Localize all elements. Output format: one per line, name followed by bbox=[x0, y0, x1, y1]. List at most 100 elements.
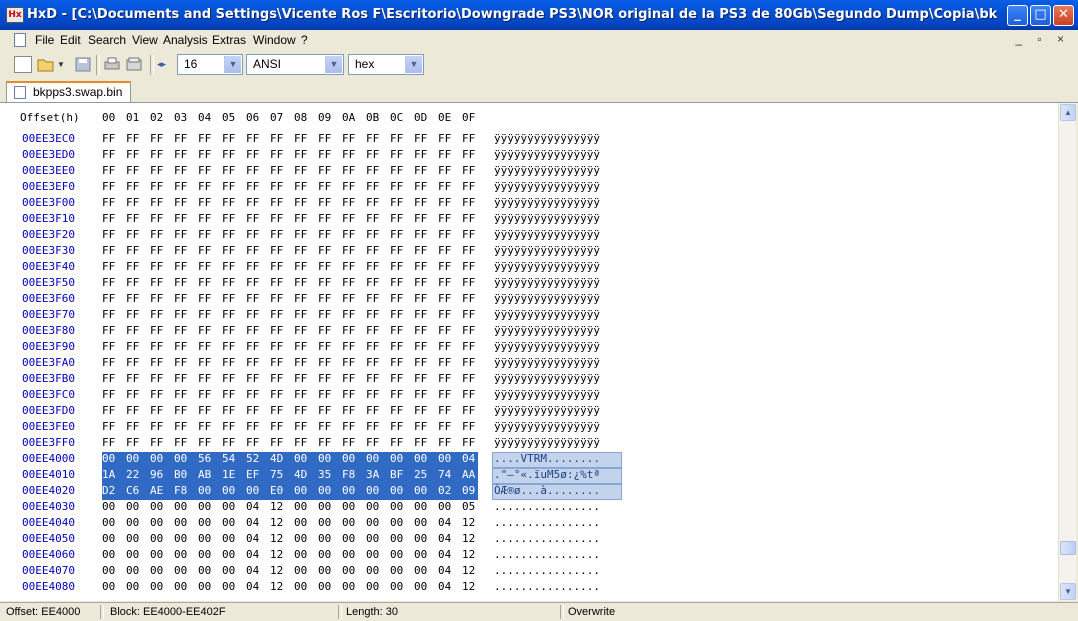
hex-byte[interactable]: 04 bbox=[246, 500, 270, 513]
hex-byte[interactable]: 00 bbox=[366, 580, 390, 593]
hex-row[interactable]: 00EE3FA0 FF FF FF FF FF FF FF FF FF FF FF FF FF FF FF FF… bbox=[0, 356, 1058, 372]
hex-byte[interactable]: FF bbox=[246, 148, 270, 161]
ascii-text[interactable]: ÿÿÿÿÿÿÿÿÿÿÿÿÿÿÿÿ bbox=[494, 356, 622, 369]
hex-byte[interactable]: FF bbox=[102, 324, 126, 337]
hex-byte[interactable]: FF bbox=[318, 404, 342, 417]
hex-byte[interactable]: 00 bbox=[366, 532, 390, 545]
hex-byte[interactable]: 00 bbox=[294, 564, 318, 577]
hex-byte[interactable]: FF bbox=[318, 436, 342, 449]
hex-byte[interactable]: 04 bbox=[462, 452, 486, 465]
hex-byte[interactable]: FF bbox=[342, 404, 366, 417]
hex-byte[interactable]: AE bbox=[150, 484, 174, 497]
hex-byte[interactable]: FF bbox=[462, 388, 486, 401]
hex-byte[interactable]: 00 bbox=[438, 500, 462, 513]
hex-byte[interactable]: 00 bbox=[126, 500, 150, 513]
offset-base-select[interactable]: hex ▼ bbox=[348, 54, 424, 75]
hex-row[interactable]: 00EE4010 1A 22 96 B0 AB 1E EF 75 4D 35 F8 3A BF 25 74 AA… bbox=[0, 468, 1058, 484]
hex-byte[interactable]: 00 bbox=[342, 532, 366, 545]
hex-byte[interactable]: 12 bbox=[462, 580, 486, 593]
hex-byte[interactable]: FF bbox=[294, 436, 318, 449]
hex-byte[interactable]: FF bbox=[198, 324, 222, 337]
hex-byte[interactable]: 00 bbox=[318, 484, 342, 497]
hex-byte[interactable]: FF bbox=[126, 372, 150, 385]
hex-byte[interactable]: 00 bbox=[102, 516, 126, 529]
ascii-text[interactable]: ................ bbox=[494, 532, 622, 545]
hex-byte[interactable]: FF bbox=[126, 340, 150, 353]
hex-byte[interactable]: 00 bbox=[342, 484, 366, 497]
hex-byte[interactable]: FF bbox=[390, 244, 414, 257]
hex-byte[interactable]: FF bbox=[198, 308, 222, 321]
hex-byte[interactable]: FF bbox=[222, 196, 246, 209]
hex-byte[interactable]: FF bbox=[390, 164, 414, 177]
hex-row[interactable]: 00EE4050 00 00 00 00 00 00 04 12 00 00 00 00 00 00 04 12… bbox=[0, 532, 1058, 548]
hex-byte[interactable]: FF bbox=[198, 212, 222, 225]
hex-byte[interactable]: EF bbox=[246, 468, 270, 481]
hex-byte[interactable]: 00 bbox=[366, 452, 390, 465]
hex-byte[interactable]: FF bbox=[126, 324, 150, 337]
hex-byte[interactable]: FF bbox=[318, 164, 342, 177]
hex-byte[interactable]: 04 bbox=[246, 548, 270, 561]
hex-byte[interactable]: FF bbox=[342, 436, 366, 449]
hex-byte[interactable]: FF bbox=[246, 180, 270, 193]
hex-byte[interactable]: FF bbox=[198, 388, 222, 401]
menu-extras[interactable]: Extras bbox=[212, 33, 246, 47]
hex-byte[interactable]: 04 bbox=[246, 564, 270, 577]
hex-byte[interactable]: FF bbox=[462, 244, 486, 257]
hex-byte[interactable]: FF bbox=[462, 340, 486, 353]
hex-byte[interactable]: 00 bbox=[318, 564, 342, 577]
hex-byte[interactable]: FF bbox=[174, 260, 198, 273]
hex-byte[interactable]: FF bbox=[318, 292, 342, 305]
hex-row[interactable]: 00EE3EF0 FF FF FF FF FF FF FF FF FF FF FF FF FF FF FF FF… bbox=[0, 180, 1058, 196]
hex-byte[interactable]: FF bbox=[198, 404, 222, 417]
hex-byte[interactable]: FF bbox=[366, 308, 390, 321]
hex-byte[interactable]: FF bbox=[198, 276, 222, 289]
bytes-per-row-select[interactable]: 16 ▼ bbox=[177, 54, 243, 75]
hex-byte[interactable]: D2 bbox=[102, 484, 126, 497]
hex-byte[interactable]: FF bbox=[174, 196, 198, 209]
hex-byte[interactable]: FF bbox=[174, 404, 198, 417]
hex-byte[interactable]: FF bbox=[462, 148, 486, 161]
hex-byte[interactable]: FF bbox=[198, 228, 222, 241]
hex-byte[interactable]: FF bbox=[270, 132, 294, 145]
hex-byte[interactable]: FF bbox=[390, 148, 414, 161]
hex-byte[interactable]: FF bbox=[198, 372, 222, 385]
hex-byte[interactable]: FF bbox=[462, 308, 486, 321]
hex-byte[interactable]: FF bbox=[198, 260, 222, 273]
hex-byte[interactable]: 12 bbox=[270, 548, 294, 561]
hex-byte[interactable]: FF bbox=[150, 228, 174, 241]
hex-byte[interactable]: FF bbox=[294, 212, 318, 225]
hex-byte[interactable]: FF bbox=[342, 420, 366, 433]
hex-byte[interactable]: FF bbox=[462, 196, 486, 209]
hex-byte[interactable]: FF bbox=[150, 260, 174, 273]
hex-byte[interactable]: FF bbox=[102, 148, 126, 161]
hex-byte[interactable]: FF bbox=[270, 340, 294, 353]
hex-byte[interactable]: FF bbox=[318, 308, 342, 321]
hex-row[interactable]: 00EE3ED0 FF FF FF FF FF FF FF FF FF FF FF FF FF FF FF FF… bbox=[0, 148, 1058, 164]
hex-byte[interactable]: 00 bbox=[390, 500, 414, 513]
hex-byte[interactable]: 00 bbox=[342, 580, 366, 593]
hex-byte[interactable]: 00 bbox=[390, 516, 414, 529]
hex-byte[interactable]: E0 bbox=[270, 484, 294, 497]
hex-byte[interactable]: FF bbox=[438, 436, 462, 449]
hex-byte[interactable]: FF bbox=[390, 340, 414, 353]
hex-byte[interactable]: FF bbox=[390, 132, 414, 145]
hex-byte[interactable]: FF bbox=[174, 356, 198, 369]
hex-byte[interactable]: BF bbox=[390, 468, 414, 481]
hex-byte[interactable]: FF bbox=[270, 420, 294, 433]
hex-byte[interactable]: 00 bbox=[222, 516, 246, 529]
hex-byte[interactable]: FF bbox=[342, 132, 366, 145]
hex-byte[interactable]: 00 bbox=[198, 564, 222, 577]
hex-byte[interactable]: FF bbox=[390, 292, 414, 305]
ascii-text[interactable]: ÿÿÿÿÿÿÿÿÿÿÿÿÿÿÿÿ bbox=[494, 260, 622, 273]
hex-byte[interactable]: AB bbox=[198, 468, 222, 481]
hex-byte[interactable]: 96 bbox=[150, 468, 174, 481]
hex-byte[interactable]: 00 bbox=[414, 532, 438, 545]
hex-byte[interactable]: FF bbox=[270, 148, 294, 161]
hex-byte[interactable]: FF bbox=[366, 356, 390, 369]
save-icon[interactable] bbox=[74, 56, 92, 73]
hex-byte[interactable]: FF bbox=[102, 308, 126, 321]
hex-byte[interactable]: FF bbox=[342, 340, 366, 353]
chevron-down-icon[interactable]: ▼ bbox=[325, 56, 342, 73]
hex-byte[interactable]: FF bbox=[270, 292, 294, 305]
hex-byte[interactable]: FF bbox=[126, 244, 150, 257]
